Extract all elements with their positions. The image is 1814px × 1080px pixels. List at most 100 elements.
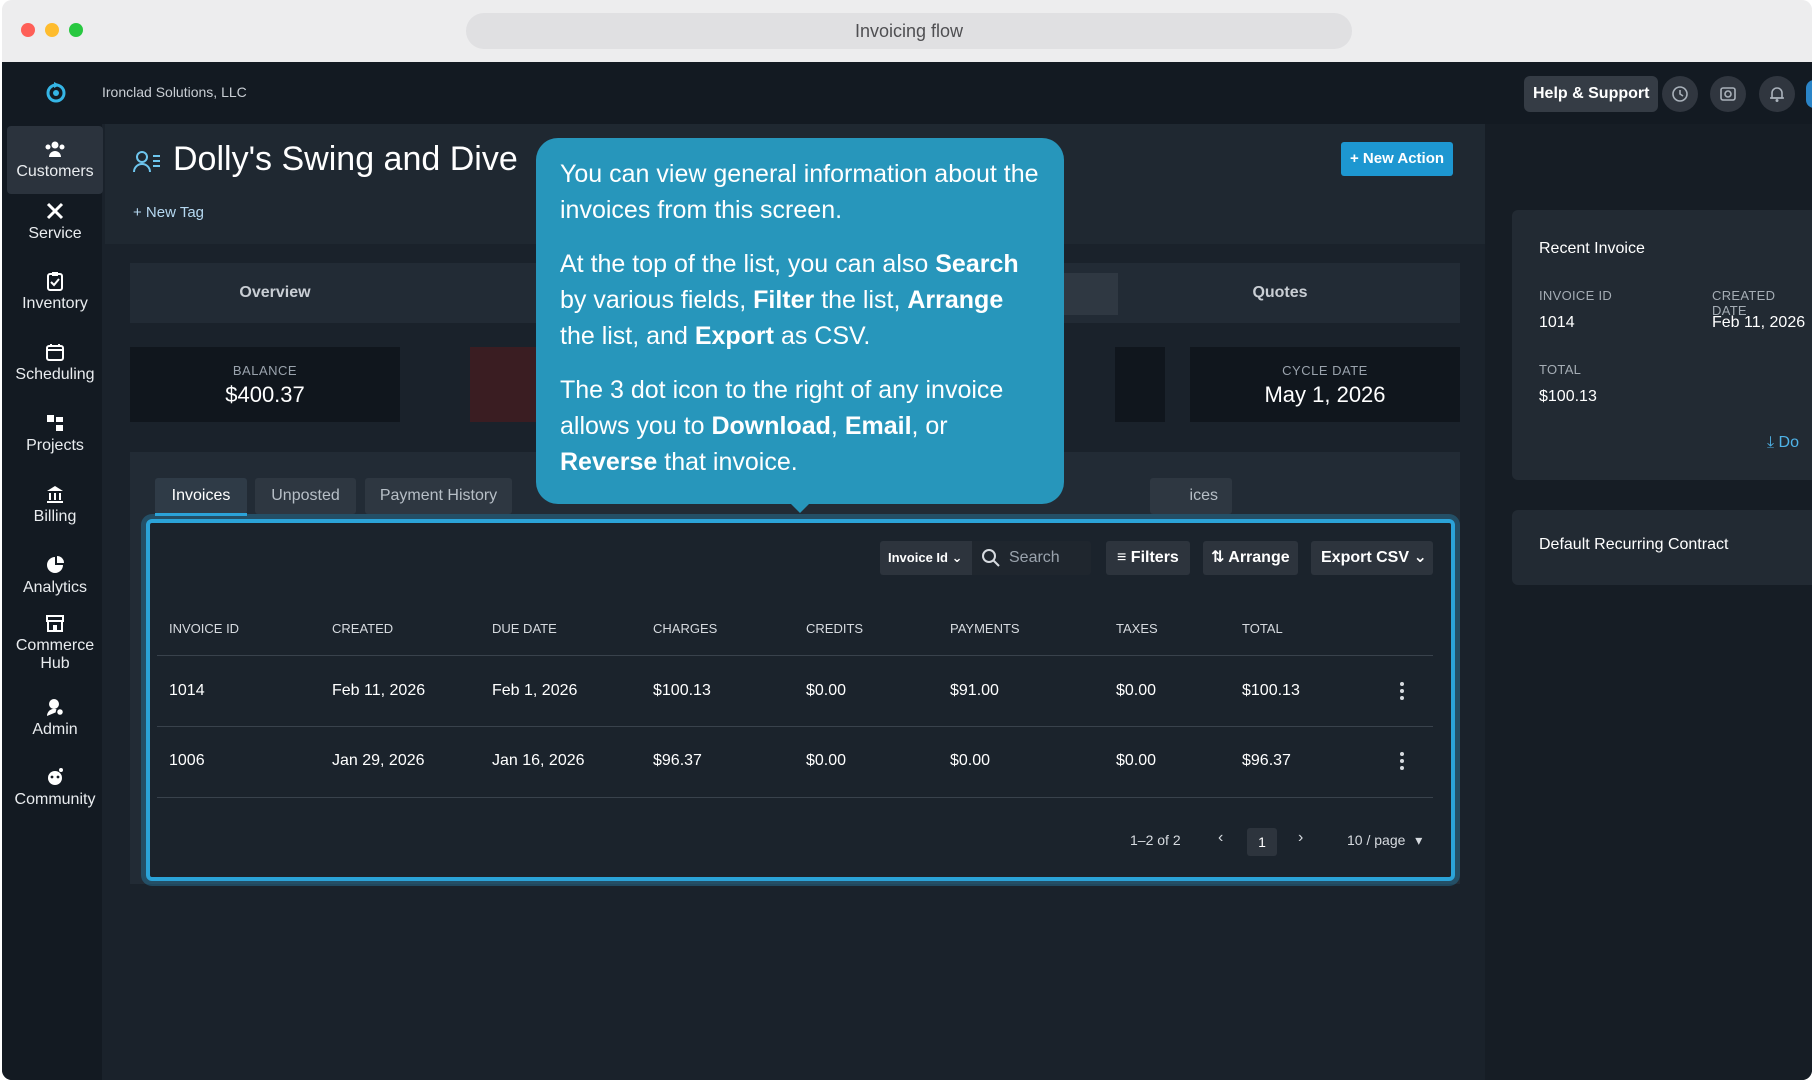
sidebar-item-scheduling[interactable]: Scheduling: [7, 329, 103, 397]
app-logo-icon[interactable]: [42, 78, 70, 106]
cell-due-date: Feb 1, 2026: [492, 682, 578, 699]
arrange-icon: ⇅: [1211, 549, 1225, 566]
page-number-button[interactable]: 1: [1247, 828, 1277, 856]
page-size-select[interactable]: 10 / page ▾: [1347, 832, 1422, 849]
sidebar-item-customers[interactable]: Customers: [7, 126, 103, 194]
cell-taxes: $0.00: [1116, 752, 1157, 769]
sidebar-item-label: Billing: [33, 508, 77, 525]
calendar-icon: [46, 344, 64, 361]
cell-total: $100.13: [1242, 682, 1300, 699]
cell-due-date: Jan 16, 2026: [492, 752, 585, 769]
notifications-button[interactable]: [1759, 76, 1795, 112]
invoice-id-value: 1014: [1539, 314, 1575, 331]
maximize-window-button[interactable]: [69, 23, 83, 37]
sidebar-item-projects[interactable]: Projects: [7, 400, 103, 468]
arrange-button[interactable]: ⇅ Arrange: [1203, 541, 1298, 575]
camera-button[interactable]: [1710, 76, 1746, 112]
balance-value: $400.37: [225, 382, 305, 407]
page-size-label: 10 / page: [1347, 832, 1406, 848]
column-header-invoice-id[interactable]: INVOICE ID: [169, 621, 239, 636]
subtab-unposted[interactable]: Unposted: [255, 478, 356, 514]
search-placeholder: Search: [1009, 549, 1060, 566]
sidebar-item-label: Community: [14, 791, 96, 808]
column-header-credits[interactable]: CREDITS: [806, 621, 863, 636]
column-header-created[interactable]: CREATED: [332, 621, 393, 636]
column-header-taxes[interactable]: TAXES: [1116, 621, 1158, 636]
download-link[interactable]: ⤓ Do: [1767, 434, 1799, 452]
cycle-date-label: CYCLE DATE: [1282, 363, 1368, 378]
top-bar: Ironclad Solutions, LLC Help & Support: [2, 62, 1812, 124]
subtab-invoices[interactable]: Invoices: [155, 478, 247, 516]
tab-active-indicator[interactable]: [1060, 273, 1118, 315]
created-date-value: Feb 11, 2026: [1712, 314, 1806, 331]
new-action-button[interactable]: + New Action: [1341, 142, 1454, 176]
subtab-partial[interactable]: ices: [1150, 478, 1232, 514]
row-actions-kebab-icon[interactable]: [1400, 682, 1404, 703]
bell-icon: [1770, 87, 1784, 102]
caret-down-icon: ▾: [1415, 832, 1423, 848]
sidebar-item-analytics[interactable]: Analytics: [7, 542, 103, 610]
sidebar-item-admin[interactable]: Admin: [7, 684, 103, 752]
filters-button[interactable]: ≡ Filters: [1106, 541, 1190, 575]
column-header-due-date[interactable]: DUE DATE: [492, 621, 557, 636]
tooltip-arrow: [790, 503, 810, 513]
tab-overview[interactable]: Overview: [130, 263, 420, 323]
minimize-window-button[interactable]: [45, 23, 59, 37]
sidebar-item-commerce-hub[interactable]: Commerce Hub: [7, 602, 103, 684]
balance-card: BALANCE $400.37: [130, 347, 400, 422]
chevron-down-icon: ⌄: [1413, 549, 1427, 566]
subtab-payment-history[interactable]: Payment History: [365, 478, 512, 514]
tooltip-paragraph-1: You can view general information about t…: [560, 160, 1039, 224]
column-header-payments[interactable]: PAYMENTS: [950, 621, 1020, 636]
close-window-button[interactable]: [21, 23, 35, 37]
new-tag-button[interactable]: + New Tag: [133, 204, 204, 221]
recent-invoice-title: Recent Invoice: [1539, 240, 1645, 257]
cell-taxes: $0.00: [1116, 682, 1157, 699]
download-label: Do: [1778, 434, 1799, 451]
subtab-label: Invoices: [171, 487, 231, 504]
tab-quotes[interactable]: Quotes: [1160, 263, 1400, 323]
cell-payments: $0.00: [950, 752, 991, 769]
search-field-select[interactable]: Invoice Id ⌄: [880, 541, 972, 575]
column-header-charges[interactable]: CHARGES: [653, 621, 717, 636]
column-header-total[interactable]: TOTAL: [1242, 621, 1283, 636]
user-avatar[interactable]: [1806, 80, 1812, 108]
sidebar-item-inventory[interactable]: Inventory: [7, 258, 103, 326]
recurring-contract-card[interactable]: Default Recurring Contract: [1512, 510, 1812, 585]
sidebar: Customers Service Inventory Scheduling P…: [2, 124, 103, 1080]
search-input[interactable]: Search: [972, 541, 1091, 575]
prev-page-chevron-left-icon[interactable]: ‹: [1218, 829, 1223, 847]
next-page-chevron-right-icon[interactable]: ›: [1298, 829, 1303, 847]
browser-window: Invoicing flow Ironclad Solutions, LLC H…: [2, 0, 1812, 1080]
sidebar-item-community[interactable]: Community: [7, 754, 103, 822]
sidebar-item-label: Customers: [16, 163, 94, 180]
search-icon: [982, 549, 1000, 567]
sidebar-item-label: Projects: [26, 437, 84, 454]
table-divider: [157, 655, 1433, 656]
camera-icon: [1720, 87, 1736, 101]
row-actions-kebab-icon[interactable]: [1400, 752, 1404, 773]
filter-icon: ≡: [1117, 549, 1127, 566]
history-button[interactable]: [1662, 76, 1698, 112]
window-titlebar: Invoicing flow: [2, 0, 1812, 62]
address-bar[interactable]: Invoicing flow: [466, 13, 1352, 49]
pie-chart-icon: [47, 556, 64, 573]
cell-total: $96.37: [1242, 752, 1291, 769]
store-icon: [46, 615, 64, 632]
cell-invoice-id: 1006: [169, 752, 205, 769]
history-icon: [1672, 86, 1688, 102]
sidebar-item-label: Analytics: [22, 579, 88, 596]
arrange-label: Arrange: [1228, 549, 1290, 566]
download-icon: ⤓: [1767, 434, 1775, 451]
help-support-button[interactable]: Help & Support: [1524, 76, 1659, 112]
select-value: Invoice Id: [888, 550, 948, 565]
sidebar-item-billing[interactable]: Billing: [7, 471, 103, 539]
admin-icon: [46, 699, 65, 717]
sidebar-item-service[interactable]: Service: [7, 188, 103, 256]
inventory-icon: [47, 272, 63, 291]
balance-label: BALANCE: [232, 363, 298, 378]
pagination-range: 1–2 of 2: [1130, 832, 1181, 848]
cycle-date-card: CYCLE DATE May 1, 2026: [1190, 347, 1460, 422]
onboarding-tooltip: You can view general information about t…: [536, 138, 1064, 504]
export-csv-button[interactable]: Export CSV ⌄: [1311, 541, 1433, 575]
